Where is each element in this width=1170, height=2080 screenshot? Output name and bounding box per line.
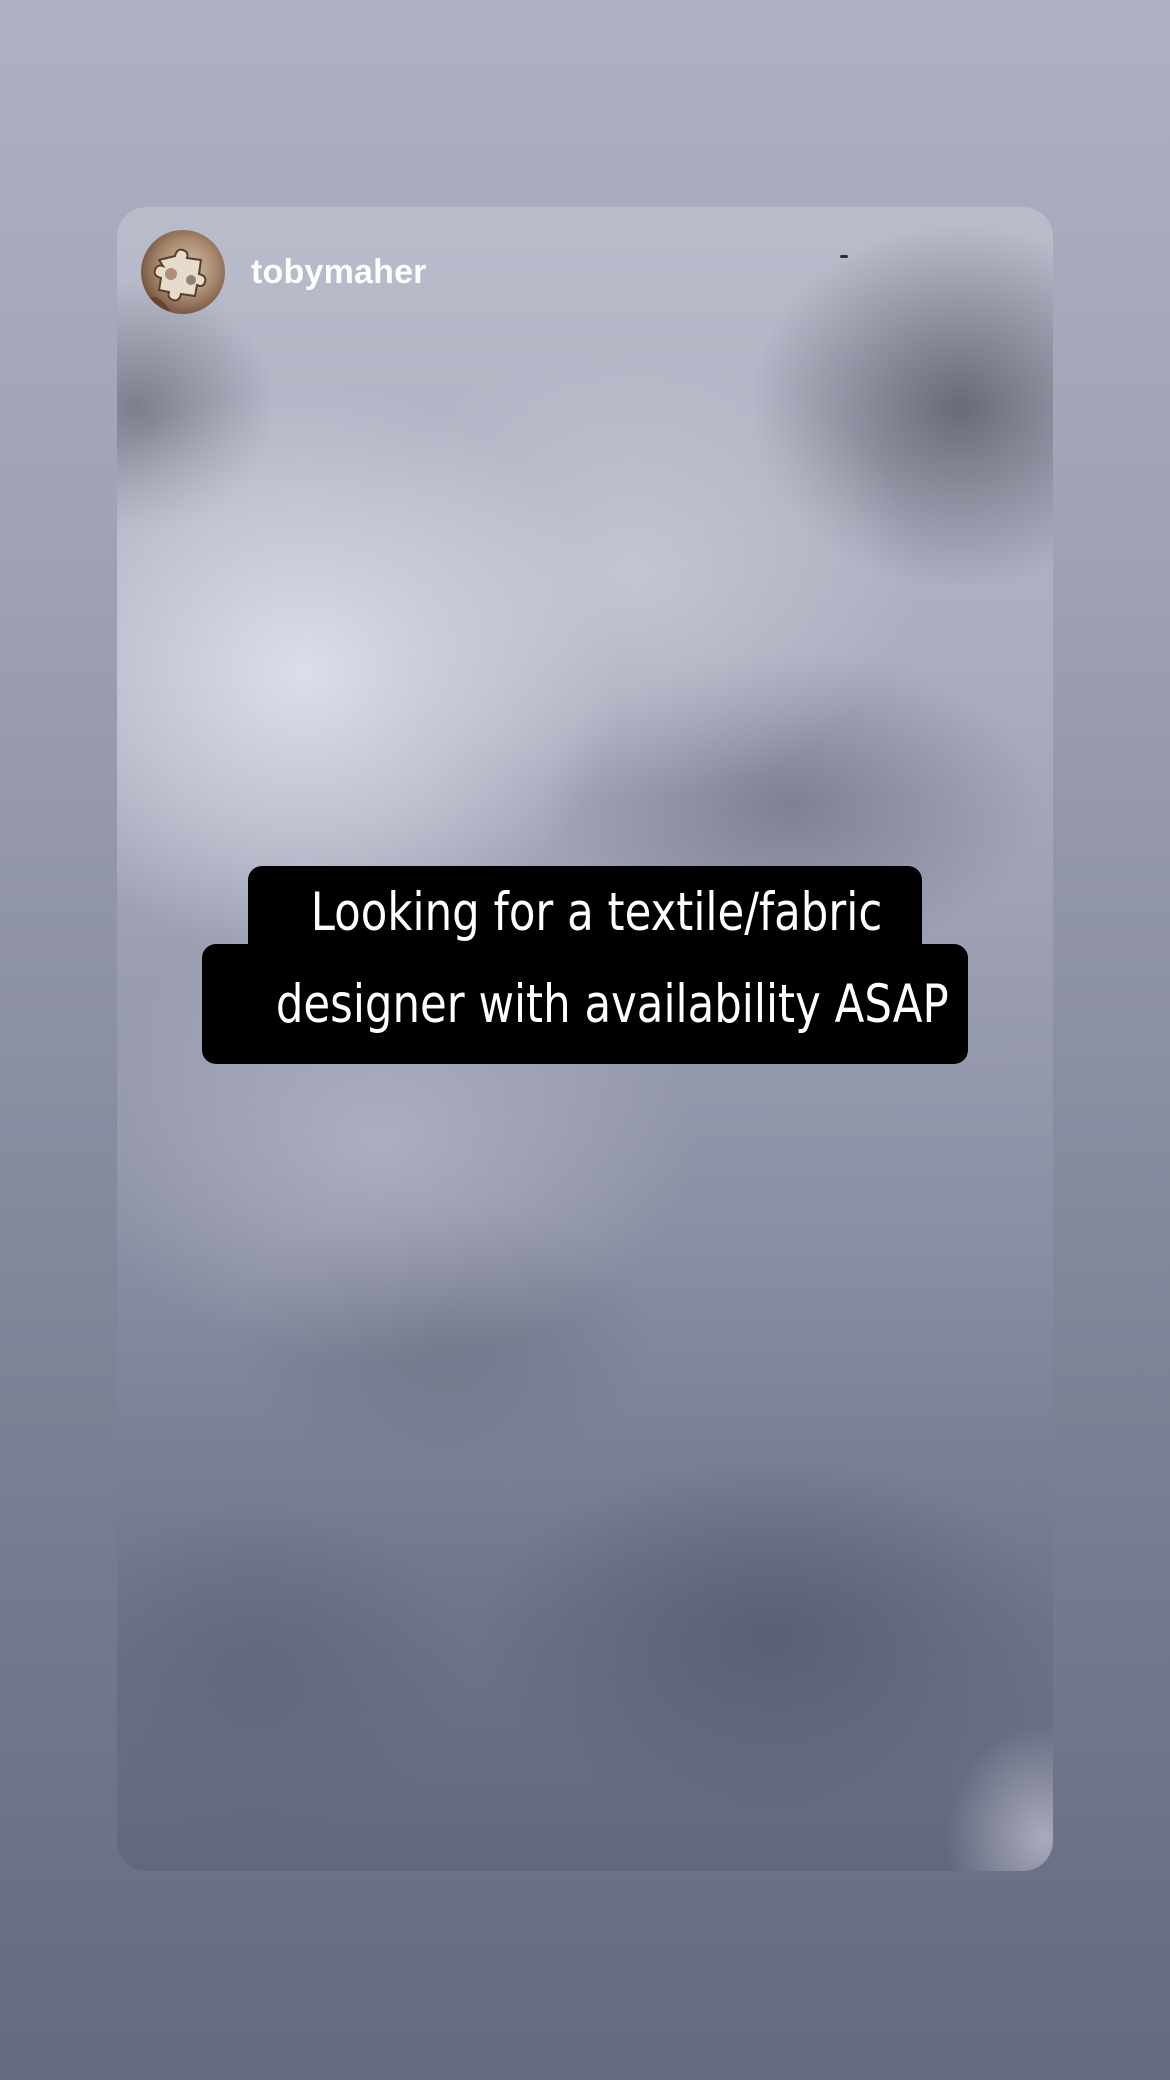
story-header: tobymaher <box>141 230 427 314</box>
username[interactable]: tobymaher <box>251 253 427 292</box>
bird-speck <box>840 255 848 258</box>
story-card[interactable]: tobymaher <box>117 207 1053 1871</box>
avatar-image <box>141 230 225 314</box>
avatar[interactable] <box>141 230 225 314</box>
